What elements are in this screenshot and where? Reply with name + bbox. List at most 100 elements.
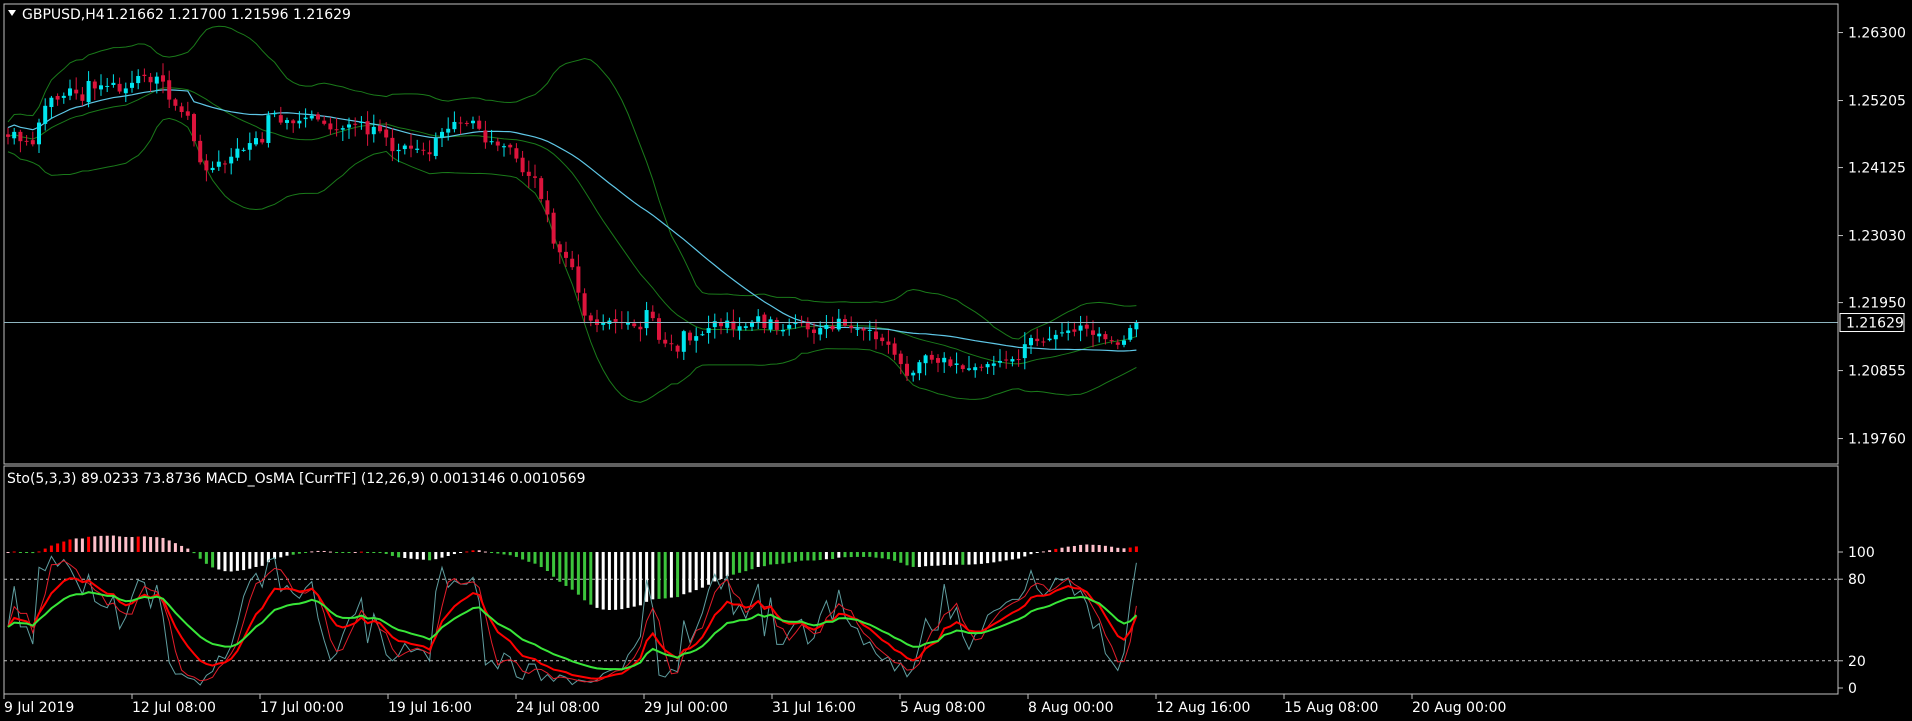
osma-bar	[248, 552, 252, 569]
candle-body	[725, 320, 730, 328]
candle-body	[123, 88, 128, 94]
candle-body	[1115, 342, 1120, 345]
candle-body	[161, 75, 165, 82]
osma-bar	[539, 552, 543, 568]
candle-body	[247, 143, 252, 150]
osma-bar	[651, 552, 655, 600]
candle-body	[892, 343, 897, 355]
osma-bar	[1128, 547, 1132, 552]
candle-body	[836, 318, 841, 330]
candle-body	[867, 329, 872, 331]
osma-bar	[595, 552, 599, 608]
candle-body	[737, 326, 742, 331]
osma-bar	[155, 537, 159, 552]
time-tick-label: 12 Aug 16:00	[1156, 700, 1250, 716]
osma-bar	[955, 552, 959, 565]
osma-bar	[347, 552, 351, 553]
candle-body	[880, 337, 885, 342]
osma-bar	[564, 552, 568, 586]
osma-bar	[1079, 544, 1083, 552]
candle-body	[942, 357, 947, 363]
candle-body	[340, 128, 345, 130]
candle-body	[1022, 344, 1027, 359]
candle-body	[1097, 333, 1102, 337]
osma-bar	[688, 552, 692, 593]
osma-bar	[229, 552, 233, 572]
candle-body	[973, 367, 978, 371]
osma-bar	[415, 552, 419, 560]
osma-bar	[211, 552, 215, 568]
osma-bar	[979, 552, 983, 564]
osma-bar	[111, 535, 115, 552]
candle-body	[793, 323, 798, 325]
candle-body	[898, 353, 903, 365]
candle-body	[216, 161, 221, 167]
candle-body	[514, 148, 519, 159]
price-tick-label: 1.19760	[1848, 432, 1906, 448]
candle-body	[489, 141, 494, 143]
trading-chart[interactable]: GBPUSD,H4 1.21662 1.21700 1.21596 1.2162…	[0, 0, 1912, 721]
osma-bar	[930, 552, 934, 566]
time-tick-label: 19 Jul 16:00	[388, 700, 472, 716]
osma-bar	[558, 552, 562, 582]
osma-bar	[397, 552, 401, 558]
candle-body	[86, 80, 91, 103]
osma-bar	[837, 552, 841, 558]
candle-body	[136, 76, 141, 84]
osma-bar	[1122, 548, 1126, 552]
candle-body	[204, 160, 209, 171]
candle-body	[520, 157, 525, 173]
osma-bar	[874, 552, 878, 558]
candle-body	[1053, 334, 1058, 340]
candle-body	[328, 123, 333, 130]
price-tick-label: 1.26300	[1848, 26, 1906, 42]
osma-bar	[440, 552, 444, 558]
candle-body	[452, 121, 457, 130]
candle-body	[142, 74, 147, 77]
osma-bar	[514, 552, 518, 557]
osma-bar	[217, 552, 221, 570]
candle-body	[254, 138, 258, 145]
osma-bar	[260, 552, 264, 566]
osma-bar	[335, 552, 339, 553]
candle-body	[99, 85, 103, 90]
candle-body	[694, 336, 699, 341]
candle-body	[1078, 325, 1083, 331]
candle-body	[6, 134, 10, 137]
candle-body	[539, 178, 544, 199]
candle-body	[235, 148, 240, 158]
osma-bar	[521, 552, 525, 560]
osma-bar	[614, 552, 618, 610]
candle-body	[588, 315, 593, 321]
osma-bar	[818, 552, 822, 561]
candle-body	[1035, 338, 1040, 342]
candle-body	[923, 355, 928, 364]
osma-bar	[936, 552, 940, 566]
candle-body	[198, 140, 203, 163]
osma-bar	[626, 552, 630, 608]
osma-bar	[905, 552, 909, 566]
candle-body	[396, 149, 401, 152]
osma-bar	[434, 552, 438, 560]
candle-body	[1091, 330, 1095, 335]
candle-body	[117, 83, 122, 92]
candle-body	[359, 121, 364, 123]
candle-body	[229, 156, 234, 164]
time-tick-label: 15 Aug 08:00	[1284, 700, 1378, 716]
osma-bar	[620, 552, 624, 610]
candle-body	[1004, 359, 1009, 361]
osma-bar	[725, 552, 729, 577]
candle-body	[948, 359, 953, 366]
current-price-label: 1.21629	[1846, 316, 1904, 332]
time-tick-label: 29 Jul 00:00	[644, 700, 728, 716]
candle-body	[43, 105, 48, 124]
candle-body	[954, 363, 959, 365]
candle-body	[762, 314, 767, 329]
osma-bar	[1017, 552, 1021, 559]
osma-bar	[1116, 547, 1120, 552]
osma-bar	[638, 552, 642, 606]
candle-body	[440, 131, 444, 138]
osma-bar	[378, 552, 382, 554]
candle-body	[582, 293, 587, 316]
time-tick-label: 31 Jul 16:00	[772, 700, 856, 716]
